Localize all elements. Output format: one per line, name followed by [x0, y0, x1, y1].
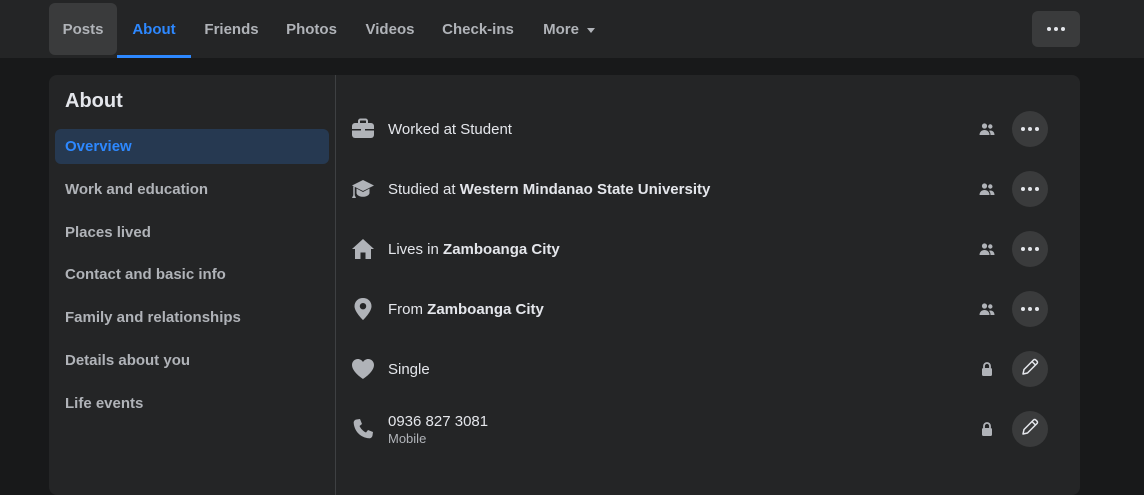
- pencil-icon: [1020, 417, 1040, 442]
- sidebar-item-places-lived[interactable]: Places lived: [55, 215, 329, 250]
- phone-number: 0936 827 3081: [388, 412, 489, 430]
- more-horizontal-icon: [1021, 187, 1039, 191]
- tab-label: Check-ins: [442, 20, 514, 38]
- sidebar-item-overview[interactable]: Overview: [55, 129, 329, 164]
- tab-friends[interactable]: Friends: [191, 0, 272, 58]
- briefcase-icon: [351, 117, 375, 141]
- education-text: Studied at Western Mindanao State Univer…: [388, 180, 711, 198]
- caret-down-icon: [586, 27, 595, 33]
- more-horizontal-icon: [1021, 127, 1039, 131]
- more-horizontal-icon: [1047, 27, 1065, 31]
- sidebar-item-label: Details about you: [65, 352, 191, 369]
- pencil-icon: [1020, 357, 1040, 382]
- home-icon: [351, 237, 375, 261]
- more-horizontal-icon: [1021, 247, 1039, 251]
- tab-about[interactable]: About: [117, 0, 191, 58]
- sidebar-item-details[interactable]: Details about you: [55, 343, 329, 378]
- overview-row-work: Worked at Student: [349, 109, 1049, 149]
- heart-icon: [351, 357, 375, 381]
- profile-tab-bar: Posts About Friends Photos Videos Check-…: [0, 0, 1144, 58]
- hometown-text: From Zamboanga City: [388, 300, 544, 318]
- graduation-cap-icon: [351, 177, 375, 201]
- sidebar-item-label: Work and education: [65, 181, 209, 198]
- more-horizontal-icon: [1021, 307, 1039, 311]
- sidebar-item-work-and-education[interactable]: Work and education: [55, 172, 329, 207]
- friends-icon[interactable]: [979, 121, 995, 137]
- profile-more-options-button[interactable]: [1032, 11, 1080, 47]
- tab-videos[interactable]: Videos: [351, 0, 429, 58]
- overview-row-relationship: Single: [349, 349, 1049, 389]
- sidebar-item-life-events[interactable]: Life events: [55, 386, 329, 421]
- sidebar-item-label: Contact and basic info: [65, 266, 226, 283]
- tab-label: About: [132, 20, 176, 38]
- sidebar-item-label: Family and relationships: [65, 309, 241, 326]
- tab-photos[interactable]: Photos: [272, 0, 351, 58]
- edit-options-button[interactable]: [1012, 231, 1048, 267]
- lock-icon[interactable]: [979, 421, 995, 437]
- tab-check-ins[interactable]: Check-ins: [429, 0, 527, 58]
- edit-button[interactable]: [1012, 411, 1048, 447]
- tab-label: Photos: [286, 20, 337, 38]
- tab-posts[interactable]: Posts: [49, 3, 117, 55]
- current-city-text: Lives in Zamboanga City: [388, 240, 560, 258]
- sidebar-item-contact-info[interactable]: Contact and basic info: [55, 257, 329, 292]
- tab-label: Posts: [62, 20, 104, 38]
- tab-label: Friends: [204, 20, 259, 38]
- active-tab-indicator: [117, 55, 191, 58]
- about-card: About Overview Work and education Places…: [49, 75, 1080, 495]
- overview-row-current-city: Lives in Zamboanga City: [349, 229, 1049, 269]
- lock-icon[interactable]: [979, 361, 995, 377]
- location-pin-icon: [351, 297, 375, 321]
- overview-row-hometown: From Zamboanga City: [349, 289, 1049, 329]
- about-heading: About: [65, 90, 123, 112]
- work-text: Worked at Student: [388, 120, 512, 138]
- sidebar-item-family[interactable]: Family and relationships: [55, 300, 329, 335]
- tab-label: More: [543, 20, 579, 38]
- friends-icon[interactable]: [979, 241, 995, 257]
- overview-row-education: Studied at Western Mindanao State Univer…: [349, 169, 1049, 209]
- sidebar-item-label: Overview: [65, 138, 132, 155]
- overview-row-phone: 0936 827 3081 Mobile: [349, 409, 1049, 449]
- phone-icon: [351, 417, 375, 441]
- edit-button[interactable]: [1012, 351, 1048, 387]
- edit-options-button[interactable]: [1012, 111, 1048, 147]
- relationship-text: Single: [388, 360, 430, 378]
- edit-options-button[interactable]: [1012, 171, 1048, 207]
- tab-more[interactable]: More: [527, 0, 611, 58]
- phone-type: Mobile: [388, 430, 427, 446]
- edit-options-button[interactable]: [1012, 291, 1048, 327]
- phone-text: 0936 827 3081 Mobile: [388, 409, 488, 449]
- friends-icon[interactable]: [979, 301, 995, 317]
- friends-icon[interactable]: [979, 181, 995, 197]
- tab-label: Videos: [365, 20, 415, 38]
- column-divider: [335, 75, 336, 495]
- sidebar-item-label: Life events: [65, 395, 144, 412]
- sidebar-item-label: Places lived: [65, 224, 151, 241]
